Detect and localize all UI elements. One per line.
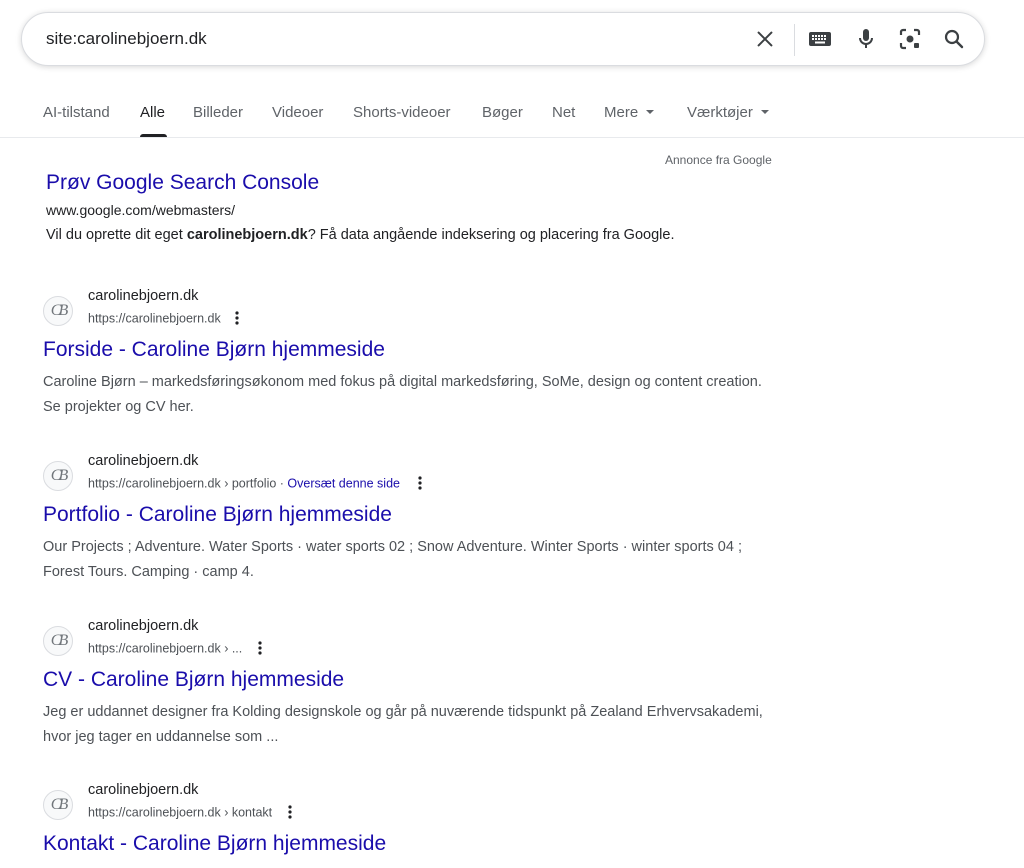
ad-url: www.google.com/webmasters/ bbox=[46, 202, 236, 218]
tab-more-label: Mere bbox=[604, 104, 639, 121]
search-icon[interactable] bbox=[942, 27, 966, 51]
result-url: https://carolinebjoern.dk › ... bbox=[88, 641, 268, 657]
result-snippet: Our Projects ; Adventure. Water Sports ·… bbox=[43, 539, 742, 580]
ad-title-link[interactable]: Prøv Google Search Console bbox=[46, 171, 319, 195]
search-bar-divider bbox=[794, 24, 795, 56]
result-site-name[interactable]: carolinebjoern.dk bbox=[88, 453, 198, 469]
ad-desc-pre: Vil du oprette dit eget bbox=[46, 227, 187, 243]
site-favicon: CB bbox=[43, 626, 73, 656]
tab-shorts[interactable]: Shorts-videoer bbox=[353, 104, 451, 121]
site-favicon: CB bbox=[43, 790, 73, 820]
ad-label: Annonce fra Google bbox=[665, 153, 772, 167]
more-options-icon[interactable] bbox=[252, 640, 268, 656]
result-title-link[interactable]: Kontakt - Caroline Bjørn hjemmeside bbox=[43, 832, 386, 856]
result-site-name[interactable]: carolinebjoern.dk bbox=[88, 618, 198, 634]
tab-more[interactable]: Mere bbox=[604, 104, 655, 121]
result-site-name[interactable]: carolinebjoern.dk bbox=[88, 782, 198, 798]
search-results-page: AI-tilstand Alle Billeder Videoer Shorts… bbox=[0, 0, 1024, 868]
result-url: https://carolinebjoern.dk bbox=[88, 311, 245, 327]
microphone-icon[interactable] bbox=[854, 27, 878, 51]
more-options-icon[interactable] bbox=[412, 475, 428, 491]
search-input[interactable] bbox=[46, 29, 726, 49]
ad-desc-bold: carolinebjoern.dk bbox=[186, 227, 308, 243]
more-options-icon[interactable] bbox=[229, 310, 245, 326]
result-url-text: https://carolinebjoern.dk › portfolio bbox=[88, 476, 277, 491]
tab-ai-mode[interactable]: AI-tilstand bbox=[43, 104, 110, 121]
result-url: https://carolinebjoern.dk › kontakt bbox=[88, 805, 298, 821]
keyboard-icon[interactable] bbox=[808, 27, 832, 51]
more-options-icon[interactable] bbox=[282, 804, 298, 820]
tab-tools[interactable]: Værktøjer bbox=[687, 104, 769, 121]
tab-tools-label: Værktøjer bbox=[687, 104, 753, 121]
result-site-name[interactable]: carolinebjoern.dk bbox=[88, 288, 198, 304]
result-url: https://carolinebjoern.dk › portfolio · … bbox=[88, 476, 428, 492]
result-url-text: https://carolinebjoern.dk › kontakt bbox=[88, 805, 273, 820]
result-snippet: Jeg er uddannet designer fra Kolding des… bbox=[43, 704, 763, 745]
result-title-link[interactable]: CV - Caroline Bjørn hjemmeside bbox=[43, 668, 344, 692]
tab-images[interactable]: Billeder bbox=[193, 104, 243, 121]
close-icon[interactable] bbox=[753, 27, 777, 51]
tab-web[interactable]: Net bbox=[552, 104, 575, 121]
ad-desc-post: ? Få data angående indeksering og placer… bbox=[307, 227, 675, 243]
tab-books[interactable]: Bøger bbox=[482, 104, 523, 121]
result-url-text: https://carolinebjoern.dk › ... bbox=[88, 641, 243, 656]
site-favicon: CB bbox=[43, 296, 73, 326]
tab-videos[interactable]: Videoer bbox=[272, 104, 323, 121]
active-tab-indicator bbox=[140, 134, 167, 137]
tab-all[interactable]: Alle bbox=[140, 104, 165, 121]
search-bar bbox=[21, 12, 985, 66]
translate-page-link[interactable]: Oversæt denne side bbox=[287, 476, 400, 490]
camera-lens-icon[interactable] bbox=[898, 27, 922, 51]
site-favicon: CB bbox=[43, 461, 73, 491]
result-title-link[interactable]: Portfolio - Caroline Bjørn hjemmeside bbox=[43, 503, 392, 527]
result-url-text: https://carolinebjoern.dk bbox=[88, 311, 221, 326]
chevron-down-icon bbox=[760, 110, 769, 115]
chevron-down-icon bbox=[646, 110, 655, 115]
ad-description: Vil du oprette dit eget carolinebjoern.d… bbox=[46, 227, 674, 243]
search-tabs: AI-tilstand Alle Billeder Videoer Shorts… bbox=[0, 90, 1024, 138]
result-snippet: Caroline Bjørn – markedsføringsøkonom me… bbox=[43, 374, 762, 415]
result-title-link[interactable]: Forside - Caroline Bjørn hjemmeside bbox=[43, 338, 385, 362]
